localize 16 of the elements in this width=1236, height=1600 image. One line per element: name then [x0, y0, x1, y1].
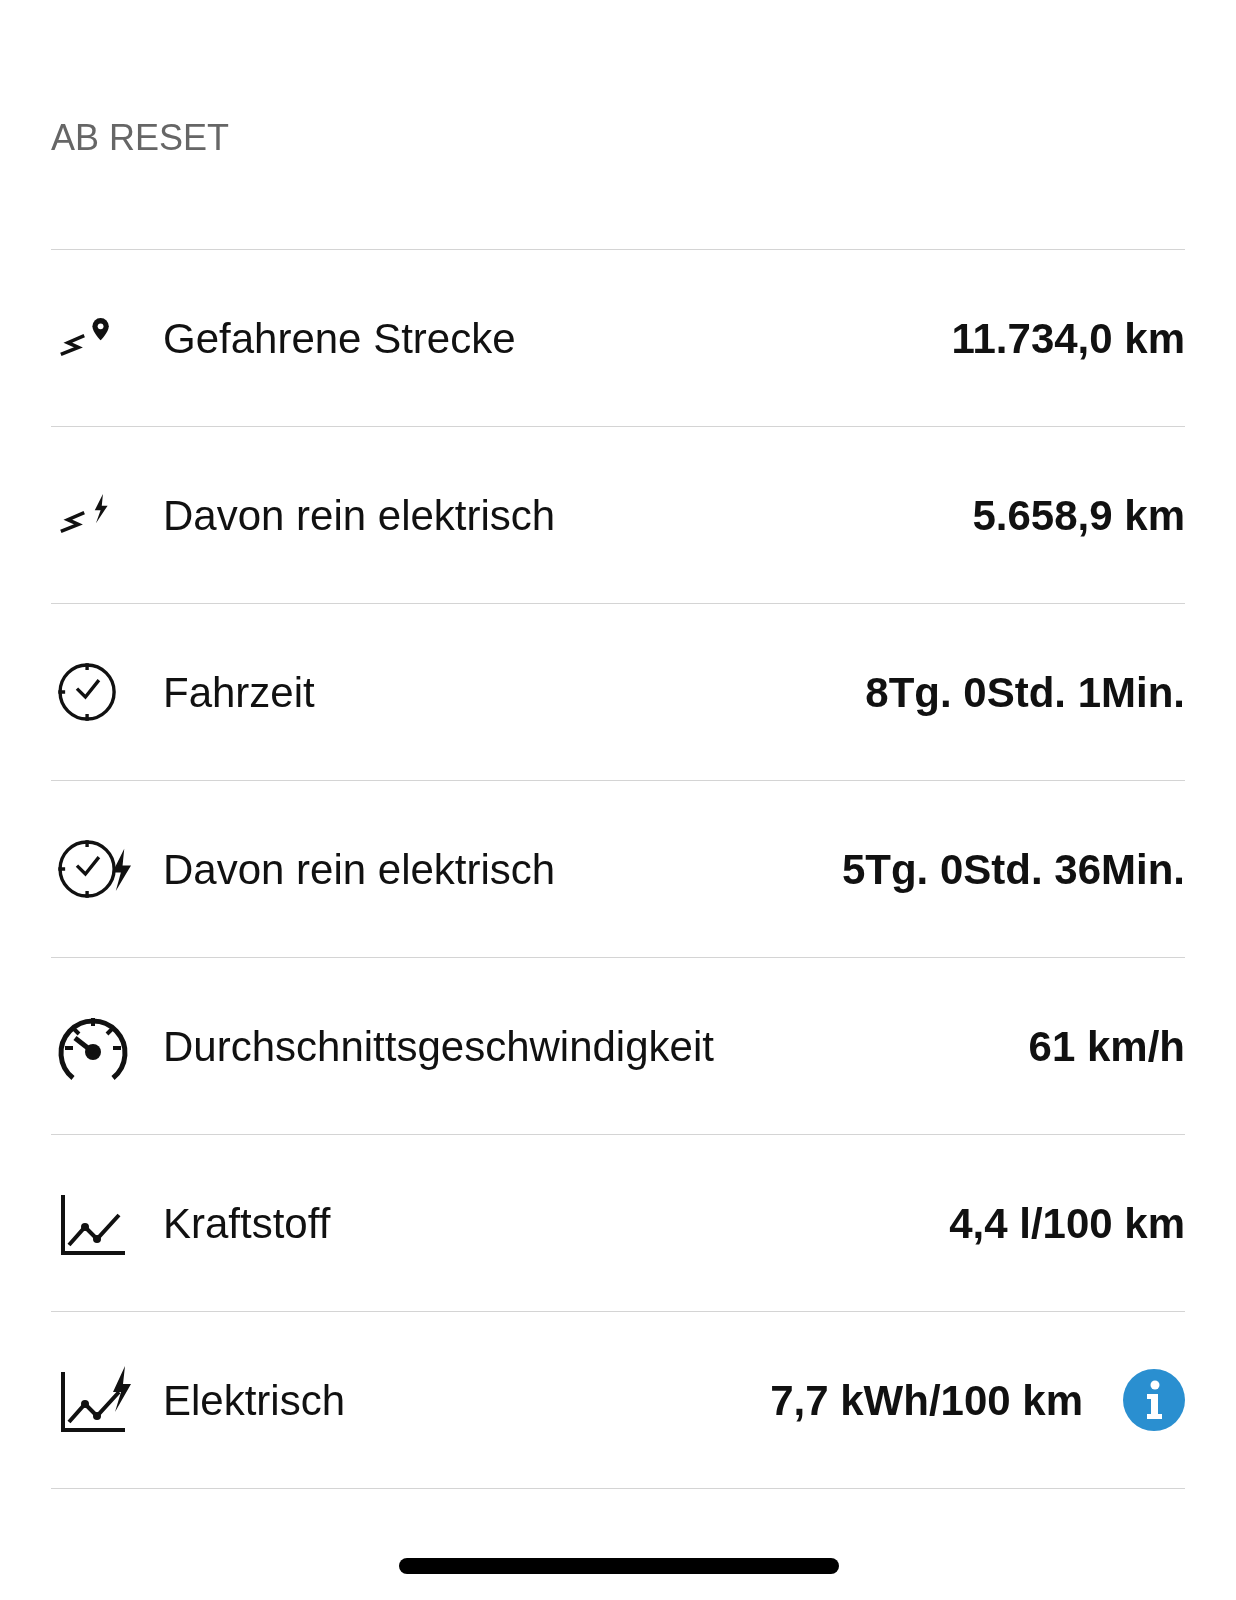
- row-value: 4,4 l/100 km: [949, 1198, 1185, 1249]
- row-value: 61 km/h: [1028, 1021, 1185, 1072]
- row-label: Davon rein elektrisch: [163, 844, 556, 895]
- row-label: Gefahrene Strecke: [163, 313, 516, 364]
- row-label: Fahrzeit: [163, 667, 315, 718]
- section-title: AB RESET: [51, 118, 231, 160]
- row-label: Durchschnittsgeschwindigkeit: [163, 1021, 714, 1072]
- row-label: Elektrisch: [163, 1375, 346, 1426]
- row-value: 8Tg. 0Std. 1Min.: [865, 667, 1185, 718]
- row-label: Davon rein elektrisch: [163, 490, 556, 541]
- row-value: 7,7 kWh/100 km: [770, 1375, 1083, 1426]
- row-value: 5Tg. 0Std. 36Min.: [841, 844, 1185, 895]
- row-value: 5.658,9 km: [972, 490, 1185, 541]
- row-label: Kraftstoff: [163, 1198, 331, 1249]
- info-icon: [1144, 1380, 1164, 1420]
- row-value: 11.734,0 km: [951, 313, 1185, 364]
